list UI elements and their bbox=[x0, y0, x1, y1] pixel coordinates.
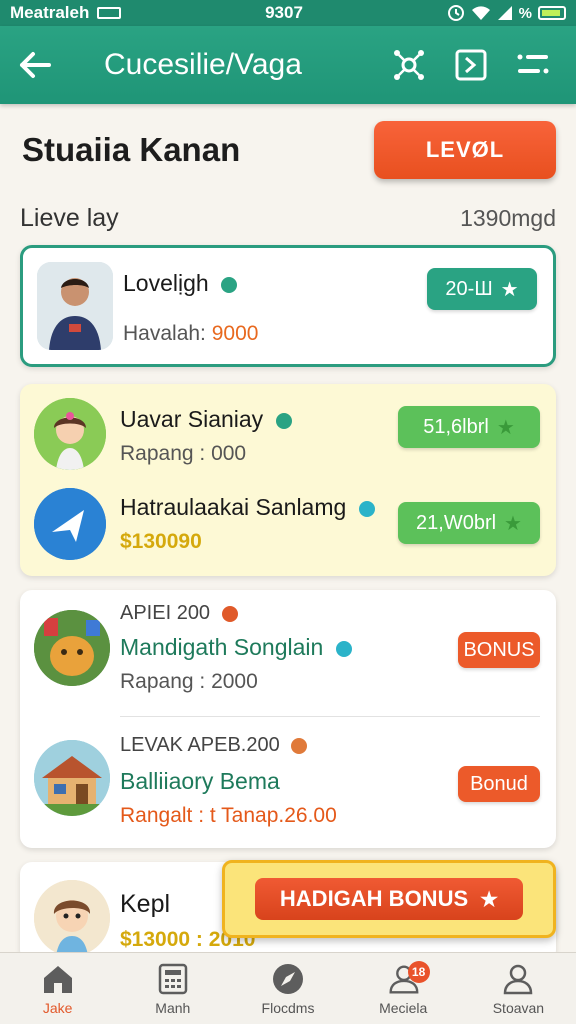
calculator-icon bbox=[155, 962, 191, 996]
export-icon bbox=[455, 49, 487, 81]
leaderboard-card-group: Uavar Sianiay Rapang : 000 51,6lbrl ★ Ha… bbox=[20, 384, 556, 576]
wifi-icon bbox=[471, 6, 490, 20]
header-row: Stuaiia Kanan LEVØL bbox=[22, 120, 556, 180]
avatar bbox=[37, 262, 113, 350]
player-sub-value: 9000 bbox=[211, 322, 259, 345]
girl-avatar-icon bbox=[34, 398, 106, 470]
score-value: 51,6lbrl bbox=[423, 415, 489, 438]
cartoon-animal-icon bbox=[34, 610, 110, 686]
nav-item-home[interactable]: Jake bbox=[0, 953, 115, 1024]
star-icon: ★ bbox=[496, 416, 515, 439]
bonus-pill[interactable]: Bonud bbox=[458, 766, 540, 802]
verified-icon bbox=[221, 276, 238, 293]
alert-icon bbox=[221, 605, 238, 622]
section-header: Lieve lay 1390mgd bbox=[20, 198, 556, 238]
nav-label-home: Jake bbox=[42, 999, 73, 1016]
avatar bbox=[34, 880, 110, 956]
score-pill[interactable]: 20-Ш ★ bbox=[427, 268, 537, 310]
refresh-icon bbox=[358, 500, 375, 517]
network-icon bbox=[394, 50, 424, 80]
bottom-nav: Jake Manh Flocdms 18 Meciela Stoavan bbox=[0, 952, 576, 1024]
player-sub: Rangalt : t Tanap.26.00 bbox=[120, 804, 337, 827]
player-name: Lovelịgh bbox=[123, 270, 209, 296]
app-bar: Cucesilie/Vaga bbox=[0, 26, 576, 104]
carrier-label: Meatraleh bbox=[10, 3, 90, 22]
battery-icon bbox=[537, 6, 566, 20]
section-label: Lieve lay bbox=[20, 203, 119, 232]
bonus-popup: HADIGAH BONUS ★ bbox=[222, 860, 556, 938]
menu-icon bbox=[517, 54, 549, 74]
battery-percent: % bbox=[518, 4, 532, 22]
list-item[interactable]: Uavar Sianiay Rapang : 000 51,6lbrl ★ bbox=[20, 394, 556, 490]
score-value: 20-Ш bbox=[445, 277, 493, 300]
verified-icon bbox=[275, 412, 292, 429]
leaderboard-card-bonus: APIEI 200 Mandigath Songlain Rapang : 20… bbox=[20, 590, 556, 848]
level-button[interactable]: LEVØL bbox=[374, 121, 556, 179]
app-title: Cucesilie/Vaga bbox=[104, 48, 302, 81]
nav-item-people[interactable]: 18 Meciela bbox=[346, 953, 461, 1024]
share-button[interactable] bbox=[388, 44, 430, 86]
avatar bbox=[34, 398, 106, 470]
boy-avatar-icon bbox=[37, 262, 113, 350]
section-value: 1390mgd bbox=[460, 204, 556, 231]
sim-icon bbox=[97, 7, 122, 19]
compass-icon bbox=[270, 962, 306, 996]
nav-item-profile[interactable]: Stoavan bbox=[461, 953, 576, 1024]
status-time: 9307 bbox=[265, 3, 303, 22]
back-button[interactable] bbox=[0, 26, 70, 104]
list-item[interactable]: APIEI 200 Mandigath Songlain Rapang : 20… bbox=[20, 598, 556, 718]
score-pill[interactable]: 21,W0brl ★ bbox=[398, 502, 540, 544]
house-icon bbox=[34, 740, 110, 816]
menu-button[interactable] bbox=[512, 44, 554, 86]
cartoon-girl-icon bbox=[34, 880, 110, 956]
bonus-pill[interactable]: BONUS bbox=[458, 632, 540, 668]
alarm-icon bbox=[447, 5, 464, 21]
player-sub: $130090 bbox=[120, 530, 202, 553]
nav-label-profile: Stoavan bbox=[492, 999, 545, 1016]
nav-label-people: Meciela bbox=[379, 999, 428, 1016]
level-tag: APIEI 200 bbox=[120, 602, 211, 624]
player-sub-label: Havalah: bbox=[123, 322, 212, 345]
player-name: Balliiaory Bema bbox=[120, 768, 280, 794]
player-name: Uavar Sianiay bbox=[120, 406, 264, 432]
leaderboard-card-highlighted[interactable]: Lovelịgh Havalah: 9000 20-Ш ★ bbox=[20, 245, 556, 367]
avatar bbox=[34, 488, 106, 560]
nav-label-calculator: Manh bbox=[155, 999, 191, 1016]
page-title: Stuaiia Kanan bbox=[22, 131, 241, 168]
signal-icon bbox=[497, 6, 512, 20]
status-bar: Meatraleh 9307 % bbox=[0, 0, 576, 26]
list-item[interactable]: Hatraulaakai Sanlamg $130090 21,W0brl ★ bbox=[20, 482, 556, 578]
nav-item-compass[interactable]: Flocdms bbox=[230, 953, 345, 1024]
score-pill[interactable]: 51,6lbrl ★ bbox=[398, 406, 540, 448]
list-item[interactable]: LEVAK APEB.200 Balliiaory Bema Rangalt :… bbox=[20, 730, 556, 840]
nav-item-calculator[interactable]: Manh bbox=[115, 953, 230, 1024]
player-name: Hatraulaakai Sanlamg bbox=[120, 494, 347, 520]
bonus-button[interactable]: HADIGAH BONUS ★ bbox=[255, 878, 523, 920]
list-item[interactable]: Lovelịgh Havalah: 9000 20-Ш ★ bbox=[23, 258, 553, 354]
player-name: Kepl bbox=[120, 890, 171, 918]
export-button[interactable] bbox=[450, 44, 492, 86]
alert-icon bbox=[291, 737, 308, 754]
score-value: 21,W0brl bbox=[416, 511, 497, 534]
nav-label-compass: Flocdms bbox=[261, 999, 315, 1016]
divider bbox=[120, 716, 540, 717]
avatar bbox=[34, 610, 110, 686]
player-name: Mandigath Songlain bbox=[120, 634, 324, 660]
home-icon bbox=[40, 962, 76, 996]
bonus-label: HADIGAH BONUS bbox=[279, 886, 469, 911]
player-sub: Rapang : 2000 bbox=[120, 670, 258, 693]
paper-plane-icon bbox=[34, 488, 106, 560]
arrow-left-icon bbox=[20, 52, 51, 78]
star-icon: ★ bbox=[480, 888, 499, 911]
avatar bbox=[34, 740, 110, 816]
notification-badge: 18 bbox=[407, 961, 430, 983]
level-tag: LEVAK APEB.200 bbox=[120, 734, 280, 756]
star-icon: ★ bbox=[500, 278, 519, 301]
player-sub: Rapang : 000 bbox=[120, 442, 247, 465]
person-icon bbox=[500, 962, 536, 996]
star-icon: ★ bbox=[504, 512, 522, 535]
refresh-icon bbox=[335, 640, 352, 657]
